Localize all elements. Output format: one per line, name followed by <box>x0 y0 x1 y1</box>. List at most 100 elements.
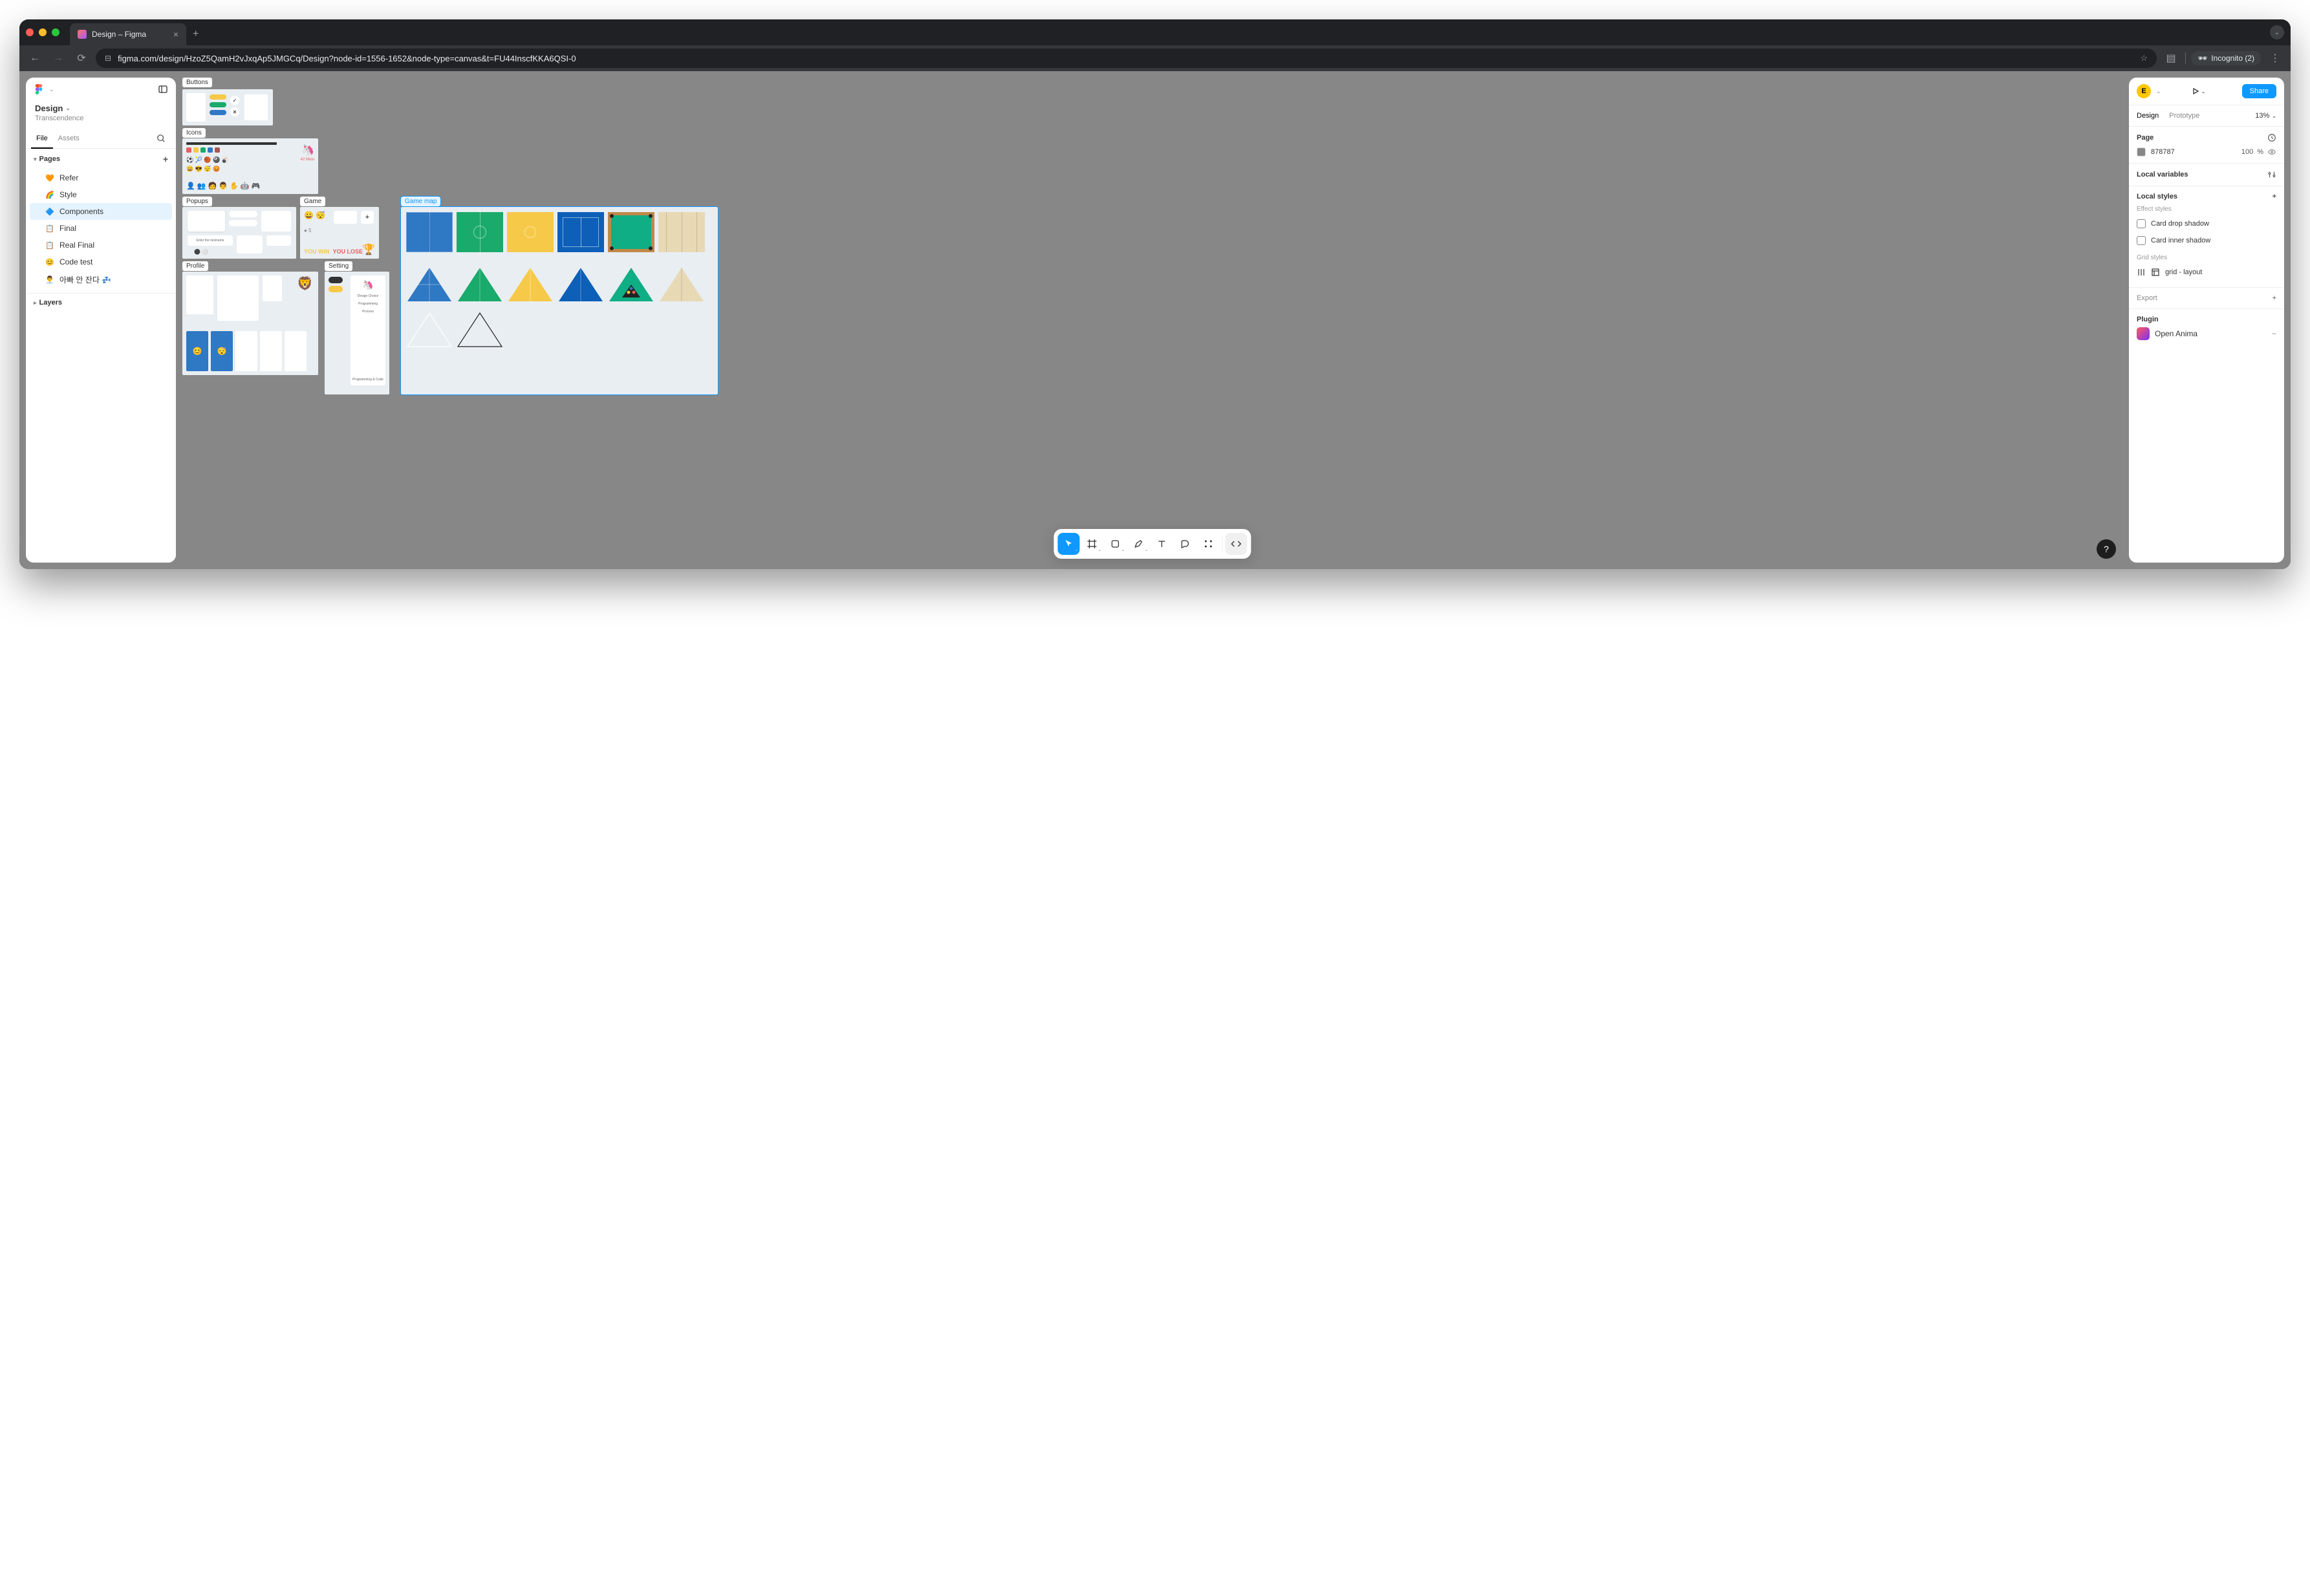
team-name[interactable]: Transcendence <box>26 114 176 129</box>
file-tab[interactable]: File <box>31 129 53 149</box>
variables-settings-icon[interactable] <box>2267 170 2276 179</box>
omnibox[interactable]: ⊟ figma.com/design/HzoZ5QamH2vJxqAp5JMGC… <box>96 49 2157 68</box>
page-item[interactable]: 🔷Components <box>30 203 172 220</box>
tab-close-icon[interactable]: × <box>173 29 178 39</box>
page-emoji-icon: 📋 <box>45 241 54 250</box>
share-button[interactable]: Share <box>2242 84 2276 98</box>
help-button[interactable]: ? <box>2097 539 2116 559</box>
maximize-icon[interactable] <box>52 28 59 36</box>
divider <box>1222 535 1223 552</box>
page-emoji-icon: 🔷 <box>45 208 54 216</box>
export-section[interactable]: Export+ <box>2129 288 2284 309</box>
actions-tool[interactable] <box>1198 533 1220 555</box>
local-styles-section: Local styles + Effect styles Card drop s… <box>2129 186 2284 288</box>
assets-tab[interactable]: Assets <box>53 129 85 147</box>
canvas[interactable]: Buttons ✓ ✕ Icons 🦄 <box>176 71 2129 569</box>
user-avatar[interactable]: E <box>2137 84 2151 98</box>
present-button[interactable]: ⌄ <box>2191 87 2206 96</box>
incognito-icon: 🕶 <box>2197 54 2207 63</box>
site-info-icon[interactable]: ⊟ <box>105 54 111 63</box>
browser-menu-icon[interactable]: ⋮ <box>2266 49 2284 67</box>
pen-tool[interactable]: ⌄ <box>1128 533 1150 555</box>
opacity-value[interactable]: 100 <box>2241 148 2253 156</box>
frame-label-profile[interactable]: Profile <box>182 261 208 271</box>
page-item[interactable]: 📋Final <box>30 220 172 237</box>
comment-tool[interactable] <box>1174 533 1196 555</box>
close-icon[interactable] <box>26 28 34 36</box>
frame-profile[interactable]: 🦁 😊 😴 <box>182 272 318 375</box>
chevron-down-icon[interactable]: ⌄ <box>2156 88 2161 95</box>
page-item[interactable]: 😊Code test <box>30 253 172 270</box>
effect-icon <box>2137 219 2146 228</box>
reading-list-icon[interactable]: ▤ <box>2162 49 2180 67</box>
url-text: figma.com/design/HzoZ5QamH2vJxqAp5JMGCq/… <box>118 54 576 63</box>
plugin-section: Plugin Open Anima − <box>2129 309 2284 350</box>
visibility-icon[interactable] <box>2267 147 2276 156</box>
back-button[interactable]: ← <box>26 49 44 67</box>
frame-game[interactable]: 😀 😴 + ● 5 YOU WIN YOU LOSE 🏆 <box>300 207 379 259</box>
page-emoji-icon: 👨‍💼 <box>45 275 54 284</box>
page-label: Page <box>2137 134 2153 142</box>
reload-button[interactable]: ⟳ <box>72 49 91 67</box>
frame-label-popups[interactable]: Popups <box>182 197 212 206</box>
prototype-tab[interactable]: Prototype <box>2169 105 2199 126</box>
figma-menu[interactable]: ⌄ <box>26 78 176 101</box>
pages-section-header[interactable]: ▾ Pages + <box>26 149 176 169</box>
page-item[interactable]: 📋 Real Final <box>30 237 172 253</box>
style-inner-shadow[interactable]: Card inner shadow <box>2137 232 2276 249</box>
color-swatch[interactable] <box>2137 147 2146 156</box>
frame-gamemap[interactable] <box>401 207 718 394</box>
collapse-icon[interactable]: − <box>2272 329 2276 338</box>
page-name: Real Final <box>59 241 94 250</box>
frame-setting[interactable]: 🦄 Design Choice Programming Process Prog… <box>325 272 389 394</box>
page-emoji-icon: 📋 <box>45 224 54 233</box>
search-icon[interactable] <box>151 129 171 148</box>
layers-section-header[interactable]: ▸ Layers <box>26 293 176 312</box>
effect-icon <box>2137 236 2146 245</box>
zoom-control[interactable]: 13%⌄ <box>2255 112 2276 120</box>
add-export-button[interactable]: + <box>2272 294 2276 302</box>
incognito-badge[interactable]: 🕶 Incognito (2) <box>2191 51 2261 65</box>
grid-styles-label: Grid styles <box>2137 254 2276 261</box>
frame-label-icons[interactable]: Icons <box>182 128 206 138</box>
shape-tool[interactable]: ⌄ <box>1105 533 1127 555</box>
minimize-icon[interactable] <box>39 28 47 36</box>
page-item[interactable]: 🌈Style <box>30 186 172 203</box>
local-variables-section[interactable]: Local variables <box>2129 164 2284 186</box>
browser-tab[interactable]: Design – Figma × <box>70 23 186 45</box>
design-tab[interactable]: Design <box>2137 105 2159 126</box>
document-title[interactable]: Design ⌄ <box>26 101 176 114</box>
page-item[interactable]: 🧡Refer <box>30 169 172 186</box>
page-history-icon[interactable] <box>2267 133 2276 142</box>
style-drop-shadow[interactable]: Card drop shadow <box>2137 215 2276 232</box>
text-tool[interactable] <box>1151 533 1173 555</box>
rp-header: E ⌄ ⌄ Share <box>2129 78 2284 105</box>
plugin-anima[interactable]: Open Anima − <box>2137 323 2276 344</box>
frame-buttons[interactable]: ✓ ✕ <box>182 89 273 125</box>
bookmark-icon[interactable]: ☆ <box>2140 53 2148 63</box>
panel-toggle-icon[interactable] <box>158 84 168 94</box>
add-style-button[interactable]: + <box>2272 193 2276 200</box>
page-item[interactable]: 👨‍💼아빠 안 잔다 💤 <box>30 270 172 289</box>
frame-label-game[interactable]: Game <box>300 197 325 206</box>
color-hex[interactable]: 878787 <box>2151 148 2175 156</box>
page-color-row[interactable]: 878787 100% <box>2137 147 2276 156</box>
frame-label-buttons[interactable]: Buttons <box>182 78 212 87</box>
tabs-dropdown-icon[interactable]: ⌄ <box>2270 25 2284 39</box>
frame-tool[interactable]: ⌄ <box>1081 533 1103 555</box>
left-panel: ⌄ Design ⌄ Transcendence File Assets ▾ P… <box>26 78 176 563</box>
traffic-lights <box>26 28 59 36</box>
style-grid-layout[interactable]: grid - layout <box>2137 264 2276 281</box>
new-tab-button[interactable]: + <box>193 28 199 40</box>
divider <box>2185 52 2186 64</box>
forward-button[interactable]: → <box>49 49 67 67</box>
frame-label-gamemap[interactable]: Game map <box>401 197 440 206</box>
chevron-down-icon: ⌄ <box>49 86 54 93</box>
browser-window: Design – Figma × + ⌄ ← → ⟳ ⊟ figma.com/d… <box>19 19 2291 569</box>
dev-mode-toggle[interactable] <box>1225 533 1247 555</box>
frame-label-setting[interactable]: Setting <box>325 261 352 271</box>
move-tool[interactable]: ⌄ <box>1058 533 1080 555</box>
add-page-button[interactable]: + <box>163 154 168 164</box>
frame-icons[interactable]: 🦄 42 Mulu ⚽ 🎾 🏀 🎱 🎳 😀 😎 😴 😡 👤 👥 🧑 👨 ✋ 🤖 … <box>182 138 318 194</box>
frame-popups[interactable]: Enter the nickname ⚫ ⚪ <box>182 207 296 259</box>
